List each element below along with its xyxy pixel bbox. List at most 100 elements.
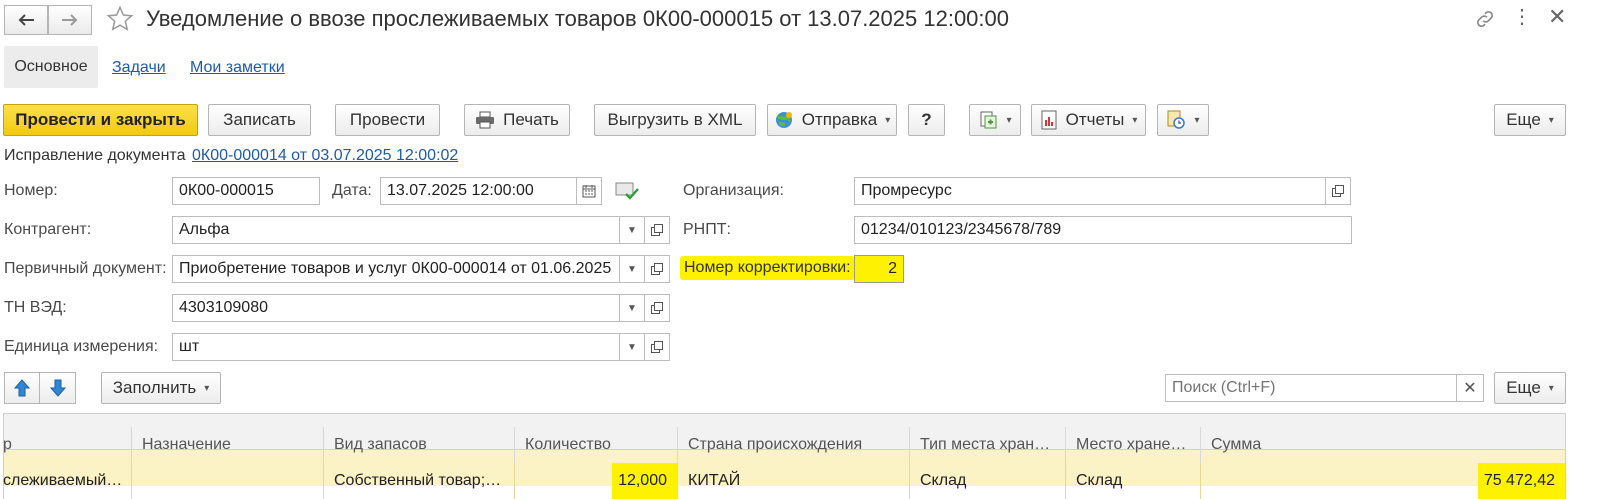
- document-check-icon[interactable]: [615, 181, 639, 206]
- more-label: Еще: [1506, 110, 1541, 129]
- date-field[interactable]: 13.07.2025 12:00:00: [380, 177, 577, 205]
- contractor-field[interactable]: Альфа: [172, 216, 620, 244]
- send-label: Отправка: [801, 110, 878, 129]
- table-cell-sum[interactable]: 75 472,42: [1201, 463, 1565, 499]
- tab-main-label: Основное: [14, 58, 88, 75]
- column-header[interactable]: Страна происхождения: [678, 427, 910, 463]
- organization-open-button[interactable]: [1325, 177, 1351, 205]
- chevron-down-icon: ▾: [1548, 114, 1554, 126]
- fill-label: Заполнить: [112, 378, 197, 397]
- chevron-down-icon: ▾: [1132, 114, 1138, 126]
- print-label: Печать: [503, 110, 559, 129]
- number-field[interactable]: 0К00-000015: [172, 177, 320, 205]
- table-more-label: Еще: [1506, 378, 1541, 397]
- correction-label: Исправление документа: [4, 147, 186, 164]
- tnved-dropdown-button[interactable]: ▼: [619, 294, 645, 322]
- table-cell[interactable]: слеживаемый…: [3, 463, 132, 499]
- related-docs-button[interactable]: ▾: [1157, 104, 1209, 136]
- more-menu-icon[interactable]: ⋮: [1512, 7, 1532, 27]
- contractor-open-button[interactable]: [644, 216, 670, 244]
- tnved-open-button[interactable]: [644, 294, 670, 322]
- table-cell[interactable]: Склад: [1066, 463, 1201, 499]
- post-and-close-button[interactable]: Провести и закрыть: [3, 104, 198, 136]
- create-based-on-button[interactable]: ▾: [969, 104, 1021, 136]
- document-create-icon: [980, 111, 997, 129]
- favorite-star-icon[interactable]: [106, 5, 134, 38]
- search-input[interactable]: [1165, 374, 1457, 402]
- save-label: Записать: [223, 110, 296, 129]
- open-form-icon: [1332, 185, 1344, 197]
- table-cell[interactable]: [132, 463, 324, 499]
- contractor-label: Контрагент:: [4, 221, 92, 238]
- calendar-button[interactable]: [576, 177, 602, 205]
- column-header[interactable]: р: [3, 427, 132, 463]
- back-button[interactable]: [4, 5, 48, 35]
- arrow-right-icon: [62, 14, 78, 26]
- reports-button[interactable]: Отчеты ▾: [1031, 104, 1146, 136]
- page-title: Уведомление о ввозе прослеживаемых товар…: [146, 6, 1009, 31]
- correction-document-link[interactable]: 0К00-000014 от 03.07.2025 12:00:02: [192, 147, 458, 165]
- table-cell[interactable]: КИТАЙ: [678, 463, 910, 499]
- open-form-icon: [651, 341, 663, 353]
- organization-field[interactable]: Промресурс: [854, 177, 1326, 205]
- fill-button[interactable]: Заполнить ▾: [101, 372, 221, 404]
- column-header[interactable]: Место хране…: [1066, 427, 1201, 463]
- unit-field[interactable]: шт: [172, 333, 620, 361]
- arrow-up-icon: [14, 379, 30, 397]
- unit-open-button[interactable]: [644, 333, 670, 361]
- table-cell[interactable]: Собственный товар;…: [324, 463, 515, 499]
- export-xml-button[interactable]: Выгрузить в XML: [594, 104, 756, 136]
- tab-main[interactable]: Основное: [4, 46, 98, 88]
- tnved-field[interactable]: 4303109080: [172, 294, 620, 322]
- chevron-down-icon: ▾: [1548, 382, 1554, 394]
- save-button[interactable]: Записать: [208, 104, 311, 136]
- column-header[interactable]: Назначение: [132, 427, 324, 463]
- document-clock-icon: [1167, 110, 1186, 129]
- send-button[interactable]: Отправка ▾: [767, 104, 897, 136]
- link-icon[interactable]: [1474, 8, 1496, 35]
- contractor-dropdown-button[interactable]: ▼: [619, 216, 645, 244]
- rnpt-field[interactable]: 01234/010123/2345678/789: [854, 216, 1352, 244]
- table-cell-quantity[interactable]: 12,000: [515, 463, 678, 499]
- close-icon[interactable]: ✕: [1548, 4, 1566, 30]
- open-form-icon: [651, 224, 663, 236]
- unit-dropdown-button[interactable]: ▼: [619, 333, 645, 361]
- date-label: Дата:: [332, 182, 372, 199]
- move-down-button[interactable]: [39, 372, 76, 404]
- help-label: ?: [921, 110, 932, 129]
- chevron-down-icon: ▼: [627, 302, 637, 314]
- table-cell[interactable]: Склад: [910, 463, 1066, 499]
- more-button[interactable]: Еще ▾: [1494, 104, 1566, 136]
- forward-button[interactable]: [48, 5, 92, 35]
- tab-tasks[interactable]: Задачи: [112, 59, 166, 77]
- open-form-icon: [651, 302, 663, 314]
- table-more-button[interactable]: Еще ▾: [1494, 372, 1566, 404]
- print-button[interactable]: Печать: [464, 104, 570, 136]
- chevron-down-icon: ▾: [1194, 114, 1200, 126]
- rnpt-label: РНПТ:: [683, 221, 731, 238]
- tab-notes[interactable]: Мои заметки: [190, 59, 285, 77]
- post-and-close-label: Провести и закрыть: [15, 110, 186, 129]
- organization-label: Организация:: [683, 182, 784, 199]
- chevron-down-icon: ▾: [885, 114, 891, 126]
- export-xml-label: Выгрузить в XML: [607, 110, 743, 129]
- number-label: Номер:: [4, 182, 58, 199]
- primary-document-open-button[interactable]: [644, 255, 670, 283]
- report-icon: [1041, 110, 1057, 130]
- arrow-down-icon: [49, 379, 66, 397]
- sum-value: 75 472,42: [1477, 463, 1565, 499]
- correction-number-field[interactable]: 2: [854, 255, 904, 283]
- column-header[interactable]: Сумма: [1201, 427, 1565, 463]
- chevron-down-icon: ▾: [204, 382, 210, 394]
- help-button[interactable]: ?: [908, 104, 945, 136]
- column-header[interactable]: Количество: [515, 427, 678, 463]
- primary-document-field[interactable]: Приобретение товаров и услуг 0К00-000014…: [172, 255, 620, 283]
- search-clear-button[interactable]: ✕: [1456, 374, 1484, 402]
- globe-send-icon: [775, 112, 792, 128]
- post-button[interactable]: Провести: [335, 104, 440, 136]
- column-header[interactable]: Вид запасов: [324, 427, 515, 463]
- primary-document-dropdown-button[interactable]: ▼: [619, 255, 645, 283]
- primary-document-label: Первичный документ:: [4, 260, 167, 277]
- move-up-button[interactable]: [4, 372, 40, 404]
- column-header[interactable]: Тип места хран…: [910, 427, 1066, 463]
